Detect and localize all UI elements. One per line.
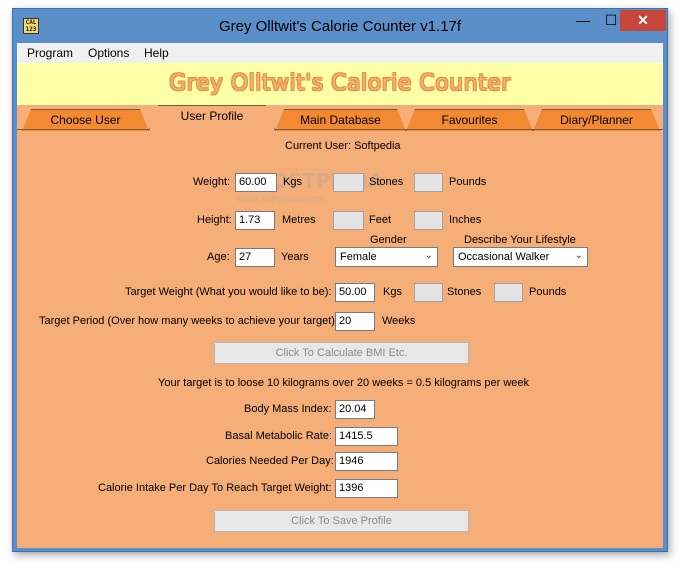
age-input[interactable]: 27 <box>235 248 275 267</box>
age-label: Age: <box>207 251 230 263</box>
height-inches-input[interactable] <box>414 211 443 230</box>
chevron-down-icon: ⌄ <box>574 250 583 261</box>
target-weight-kgs-unit: Kgs <box>383 286 402 298</box>
calculate-bmi-button[interactable]: Click To Calculate BMI Etc. <box>214 342 469 364</box>
lifestyle-value: Occasional Walker <box>458 251 550 263</box>
target-period-label: Target Period (Over how many weeks to ac… <box>39 315 338 327</box>
weight-pounds-unit: Pounds <box>449 176 487 188</box>
banner: Grey Olltwit's Calorie Counter <box>17 63 663 105</box>
age-unit: Years <box>281 251 309 263</box>
menu-program[interactable]: Program <box>27 46 73 60</box>
weight-kgs-input[interactable]: 60.00 <box>235 173 277 192</box>
chevron-down-icon: ⌄ <box>424 250 433 261</box>
target-weight-stones-unit: Stones <box>447 286 482 298</box>
menu-help[interactable]: Help <box>144 46 169 60</box>
height-feet-input[interactable] <box>333 211 364 230</box>
tab-favourites[interactable]: Favourites <box>406 109 533 131</box>
height-metres-unit: Metres <box>282 214 316 226</box>
tab-choose-user[interactable]: Choose User <box>22 109 149 131</box>
banner-title: Grey Olltwit's Calorie Counter <box>169 71 511 96</box>
weight-stones-input[interactable] <box>333 173 364 192</box>
tab-strip: Choose User User Profile Main Database F… <box>17 105 663 129</box>
tab-user-profile[interactable]: User Profile <box>149 105 275 130</box>
tab-diary-planner[interactable]: Diary/Planner <box>533 109 660 131</box>
height-inches-unit: Inches <box>449 214 482 226</box>
bmi-value: 20.04 <box>335 400 375 419</box>
target-weight-stones-input[interactable] <box>414 283 443 302</box>
menu-options[interactable]: Options <box>88 46 129 60</box>
lifestyle-select[interactable]: Occasional Walker ⌄ <box>453 247 588 267</box>
tab-main-database[interactable]: Main Database <box>275 109 406 131</box>
target-period-unit: Weeks <box>382 315 416 327</box>
gender-value: Female <box>340 251 377 263</box>
weight-pounds-input[interactable] <box>414 173 443 192</box>
height-feet-unit: Feet <box>369 214 392 226</box>
close-icon[interactable]: ✕ <box>620 10 666 31</box>
target-period-input[interactable]: 20 <box>335 312 375 331</box>
calories-needed-label: Calories Needed Per Day: <box>206 455 334 467</box>
bmi-label: Body Mass Index: <box>244 403 332 415</box>
weight-kgs-unit: Kgs <box>283 176 302 188</box>
bmr-value: 1415.5 <box>335 427 398 446</box>
weight-label: Weight: <box>193 176 231 188</box>
calorie-intake-label: Calorie Intake Per Day To Reach Target W… <box>98 482 332 494</box>
target-weight-kgs-input[interactable]: 50.00 <box>335 283 375 302</box>
target-weight-pounds-unit: Pounds <box>529 286 567 298</box>
title-bar[interactable]: CAL 123 Grey Olltwit's Calorie Counter v1… <box>13 9 667 43</box>
minimize-icon[interactable]: — <box>569 10 597 31</box>
bmr-label: Basal Metabolic Rate: <box>225 430 332 442</box>
app-window: CAL 123 Grey Olltwit's Calorie Counter v1… <box>12 8 668 552</box>
client-area: Grey Olltwit's Calorie Counter Choose Us… <box>17 63 663 548</box>
target-summary: Your target is to loose 10 kilograms ove… <box>158 377 530 389</box>
current-user-label: Current User: Softpedia <box>285 140 401 152</box>
weight-stones-unit: Stones <box>369 176 404 188</box>
save-profile-button[interactable]: Click To Save Profile <box>214 510 469 532</box>
gender-select[interactable]: Female ⌄ <box>335 247 438 267</box>
softpedia-watermark-url: www.softpedia.com <box>237 195 325 205</box>
target-weight-pounds-input[interactable] <box>494 283 523 302</box>
tab-divider <box>17 129 663 130</box>
lifestyle-label: Describe Your Lifestyle <box>464 234 576 246</box>
gender-label: Gender <box>370 234 407 246</box>
calories-needed-value: 1946 <box>335 452 398 471</box>
calorie-intake-value: 1396 <box>335 479 398 498</box>
target-weight-label: Target Weight (What you would like to be… <box>125 286 332 298</box>
height-metres-input[interactable]: 1.73 <box>235 211 275 230</box>
height-label: Height: <box>197 214 232 226</box>
menu-bar: Program Options Help <box>17 43 663 63</box>
